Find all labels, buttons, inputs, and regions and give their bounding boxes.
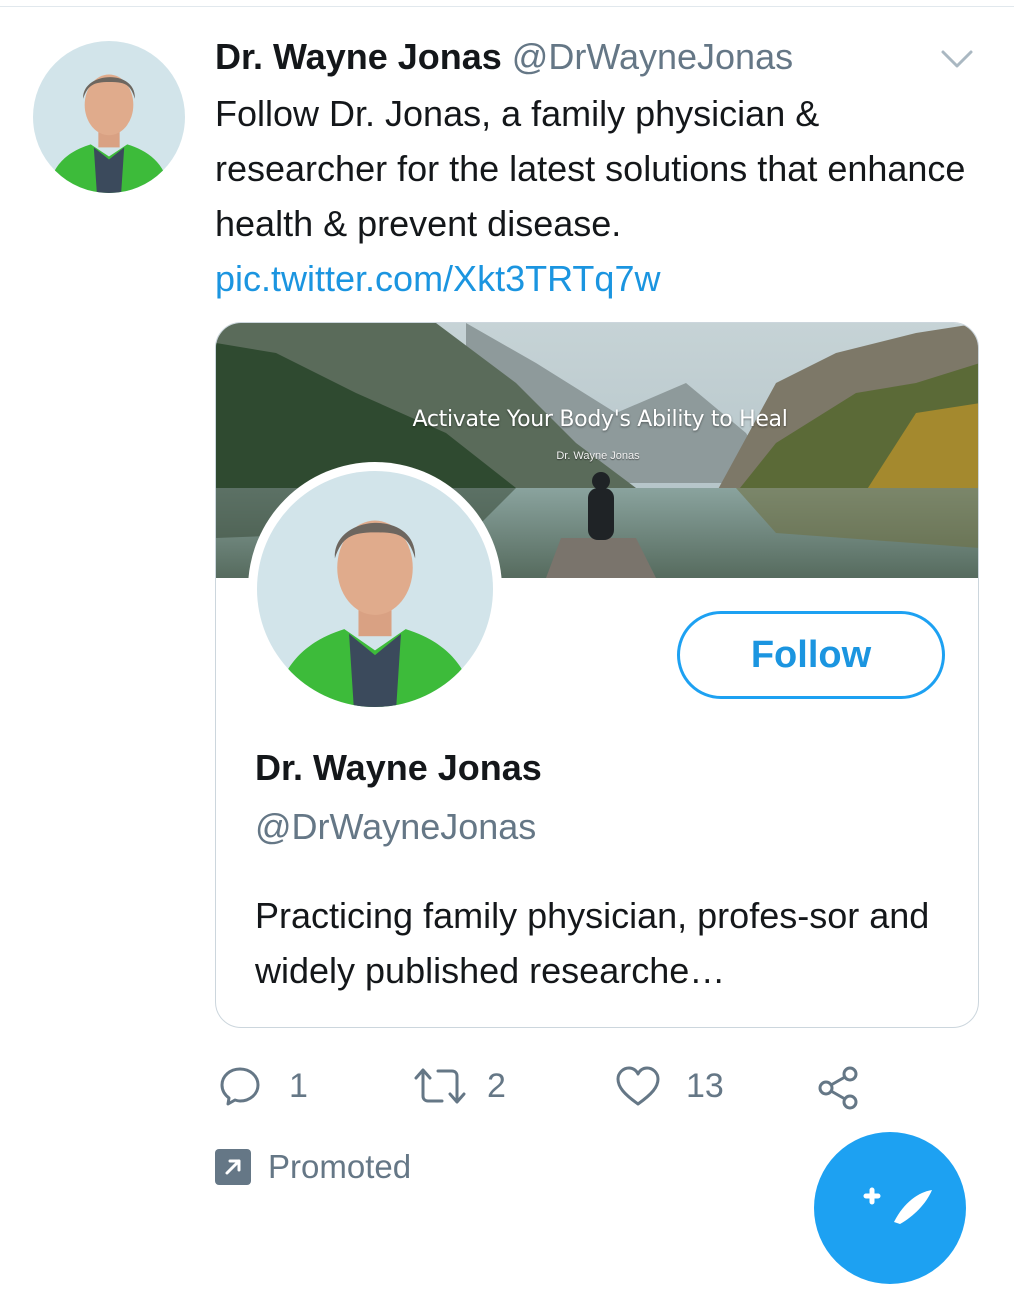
tweet-text: Follow Dr. Jonas, a family physician & r… <box>215 86 975 306</box>
retweet-count: 2 <box>487 1066 506 1105</box>
reply-action[interactable]: 1 <box>218 1064 308 1108</box>
banner-subtitle: Dr. Wayne Jonas <box>556 450 640 462</box>
card-name: Dr. Wayne Jonas <box>255 747 542 788</box>
compose-icon <box>863 1187 932 1224</box>
banner-title: Activate Your Body's Ability to Heal <box>412 407 788 432</box>
like-action[interactable]: 13 <box>614 1064 724 1108</box>
retweet-action[interactable]: 2 <box>412 1064 506 1108</box>
author-name[interactable]: Dr. Wayne Jonas <box>215 36 502 77</box>
tweet-header: Dr. Wayne Jonas @DrWayneJonas <box>215 36 793 78</box>
follow-button[interactable]: Follow <box>677 611 945 699</box>
author-handle[interactable]: @DrWayneJonas <box>512 36 793 77</box>
like-count: 13 <box>686 1066 724 1105</box>
card-avatar[interactable] <box>248 462 502 716</box>
retweet-icon <box>414 1068 466 1104</box>
card-handle: @DrWayneJonas <box>255 806 537 847</box>
chevron-down-icon[interactable] <box>939 44 975 72</box>
promoted-indicator: Promoted <box>215 1148 411 1186</box>
author-avatar[interactable] <box>33 41 185 193</box>
reply-icon <box>220 1067 260 1106</box>
card-bio: Practicing family physician, profes-sor … <box>255 895 930 991</box>
tweet-body: Follow Dr. Jonas, a family physician & r… <box>215 93 966 244</box>
share-action[interactable] <box>814 1064 862 1112</box>
compose-tweet-button[interactable] <box>814 1132 966 1284</box>
promoted-icon <box>215 1149 251 1185</box>
tweet-media-link[interactable]: pic.twitter.com/Xkt3TRTq7w <box>215 251 975 306</box>
promoted-label: Promoted <box>268 1148 412 1185</box>
share-icon <box>818 1066 858 1110</box>
reply-count: 1 <box>289 1066 308 1105</box>
top-divider <box>0 6 1014 7</box>
like-icon <box>616 1066 660 1106</box>
